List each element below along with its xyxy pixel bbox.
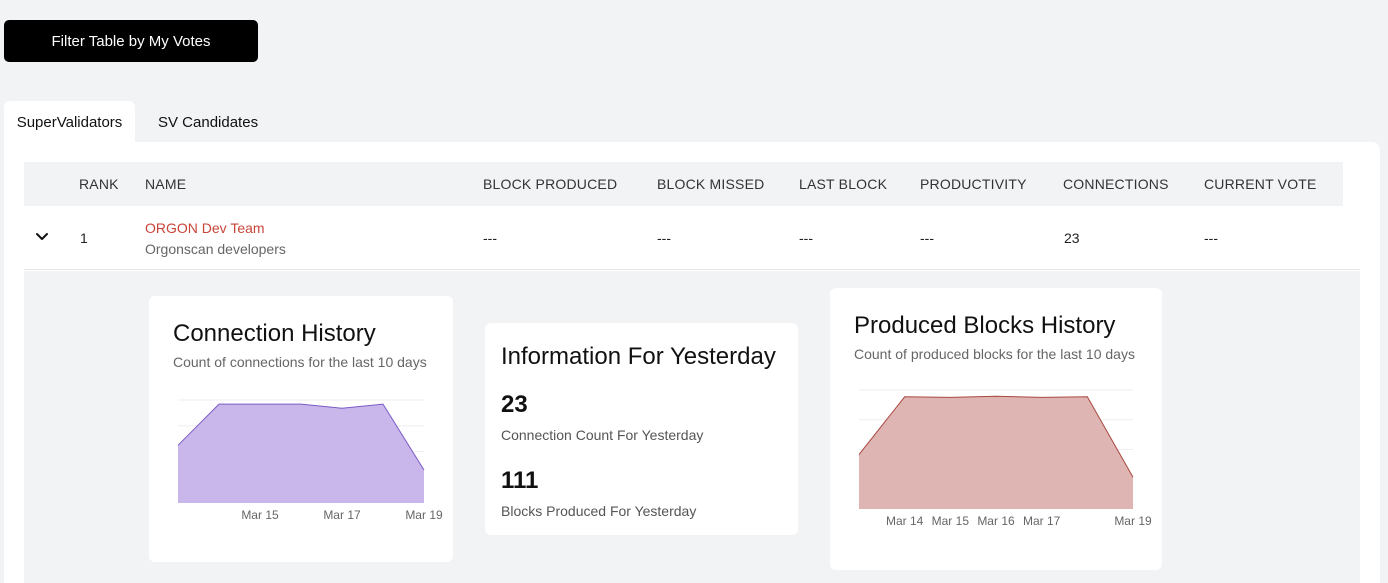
info-yesterday-card: Information For Yesterday 23 Connection … bbox=[485, 323, 798, 535]
connection-chart-tick-label: Mar 19 bbox=[405, 508, 443, 522]
blocks-chart-tick-label: Mar 14 bbox=[886, 514, 924, 528]
produced-blocks-title: Produced Blocks History bbox=[854, 312, 1116, 339]
blocks-produced-label: Blocks Produced For Yesterday bbox=[501, 503, 697, 519]
blocks-chart-tick-label: Mar 16 bbox=[977, 514, 1015, 528]
header-block-produced: BLOCK PRODUCED bbox=[483, 176, 618, 192]
blocks-produced-value: 111 bbox=[501, 467, 539, 494]
produced-blocks-subtitle: Count of produced blocks for the last 10… bbox=[854, 346, 1135, 362]
connection-chart-tick-label: Mar 17 bbox=[323, 508, 361, 522]
header-connections: CONNECTIONS bbox=[1063, 176, 1169, 192]
current-vote-cell: --- bbox=[1204, 230, 1218, 246]
blocks-chart-tick-label: Mar 15 bbox=[932, 514, 970, 528]
blocks-chart-tick-label: Mar 17 bbox=[1023, 514, 1061, 528]
validator-name-link[interactable]: ORGON Dev Team bbox=[145, 220, 286, 236]
connection-chart-tick-label: Mar 15 bbox=[241, 508, 279, 522]
connection-history-chart: Mar 15 Mar 17 Mar 19 bbox=[177, 399, 443, 522]
header-rank: RANK bbox=[79, 176, 119, 192]
chevron-down-icon[interactable] bbox=[35, 230, 49, 244]
produced-blocks-history-card: Produced Blocks History Count of produce… bbox=[830, 288, 1162, 570]
table-header: RANK NAME BLOCK PRODUCED BLOCK MISSED LA… bbox=[24, 162, 1343, 206]
info-yesterday-title: Information For Yesterday bbox=[501, 343, 776, 370]
connections-cell: 23 bbox=[1064, 230, 1080, 246]
connection-chart-area bbox=[178, 404, 424, 503]
table-row[interactable]: 1 ORGON Dev Team Orgonscan developers --… bbox=[24, 206, 1360, 270]
header-current-vote: CURRENT VOTE bbox=[1204, 176, 1317, 192]
tab-supervalidators[interactable]: SuperValidators bbox=[4, 101, 135, 143]
rank-cell: 1 bbox=[80, 230, 88, 246]
tab-sv-candidates[interactable]: SV Candidates bbox=[150, 101, 266, 143]
produced-blocks-chart: Mar 14 Mar 15 Mar 16 Mar 17 Mar 19 bbox=[858, 389, 1152, 528]
productivity-cell: --- bbox=[920, 230, 934, 246]
connection-history-card: Connection History Count of connections … bbox=[149, 296, 453, 562]
block-produced-cell: --- bbox=[483, 230, 497, 246]
blocks-chart-tick-label: Mar 19 bbox=[1114, 514, 1152, 528]
name-cell: ORGON Dev Team Orgonscan developers bbox=[145, 220, 286, 257]
validators-panel: RANK NAME BLOCK PRODUCED BLOCK MISSED LA… bbox=[4, 142, 1380, 583]
header-last-block: LAST BLOCK bbox=[799, 176, 888, 192]
header-block-missed: BLOCK MISSED bbox=[657, 176, 765, 192]
filter-by-my-votes-button[interactable]: Filter Table by My Votes bbox=[4, 20, 258, 62]
header-productivity: PRODUCTIVITY bbox=[920, 176, 1027, 192]
block-missed-cell: --- bbox=[657, 230, 671, 246]
connection-count-label: Connection Count For Yesterday bbox=[501, 427, 704, 443]
validator-description: Orgonscan developers bbox=[145, 241, 286, 257]
connection-history-subtitle: Count of connections for the last 10 day… bbox=[173, 354, 427, 370]
connection-count-value: 23 bbox=[501, 391, 528, 418]
connection-history-title: Connection History bbox=[173, 320, 376, 347]
header-name: NAME bbox=[145, 176, 187, 192]
blocks-chart-area bbox=[859, 396, 1133, 509]
validator-tabs: SuperValidators SV Candidates bbox=[4, 101, 266, 143]
last-block-cell: --- bbox=[799, 230, 813, 246]
row-detail-expanded: Connection History Count of connections … bbox=[24, 271, 1360, 583]
